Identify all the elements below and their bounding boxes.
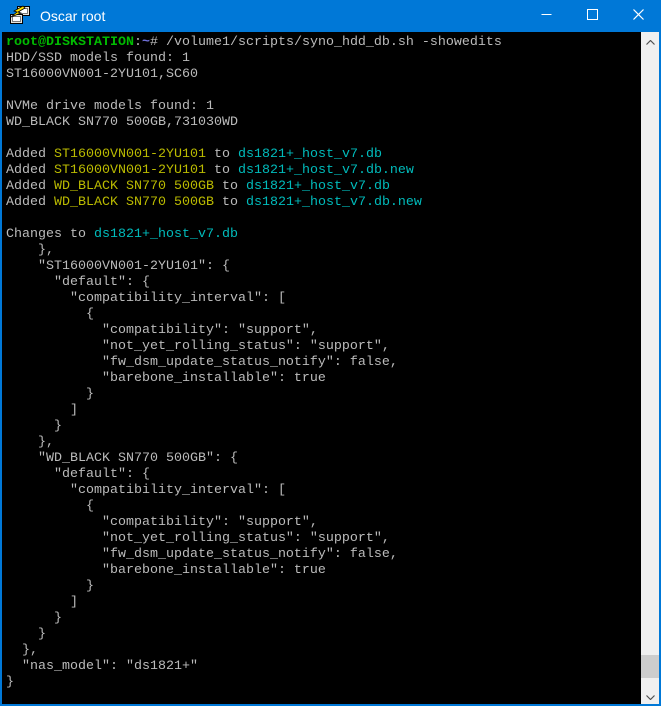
maximize-button[interactable] bbox=[569, 0, 615, 32]
terminal-line bbox=[6, 83, 641, 99]
scrollbar-track[interactable] bbox=[641, 32, 659, 704]
terminal-line: "nas_model": "ds1821+" bbox=[6, 659, 641, 675]
terminal-line: } bbox=[6, 627, 641, 643]
minimize-button[interactable] bbox=[523, 0, 569, 32]
terminal-line: } bbox=[6, 675, 641, 691]
terminal-line: root@DISKSTATION:~# /volume1/scripts/syn… bbox=[6, 35, 641, 51]
close-icon bbox=[633, 7, 644, 25]
window-title: Oscar root bbox=[40, 8, 105, 24]
terminal-line: "fw_dsm_update_status_notify": false, bbox=[6, 355, 641, 371]
terminal-line: "not_yet_rolling_status": "support", bbox=[6, 531, 641, 547]
title-bar[interactable]: Oscar root bbox=[0, 0, 661, 32]
terminal-line: Added ST16000VN001-2YU101 to ds1821+_hos… bbox=[6, 163, 641, 179]
terminal-line: ] bbox=[6, 595, 641, 611]
terminal-line: Changes to ds1821+_host_v7.db bbox=[6, 227, 641, 243]
terminal-line: } bbox=[6, 419, 641, 435]
chevron-down-icon bbox=[646, 687, 655, 705]
terminal-line: Added WD_BLACK SN770 500GB to ds1821+_ho… bbox=[6, 195, 641, 211]
terminal-line: { bbox=[6, 307, 641, 323]
terminal-line: HDD/SSD models found: 1 bbox=[6, 51, 641, 67]
terminal-line: { bbox=[6, 499, 641, 515]
terminal-line: "compatibility": "support", bbox=[6, 515, 641, 531]
scrollbar-thumb[interactable] bbox=[641, 655, 659, 678]
terminal-line: ST16000VN001-2YU101,SC60 bbox=[6, 67, 641, 83]
putty-window: Oscar root root@D bbox=[0, 0, 661, 706]
terminal-line: WD_BLACK SN770 500GB,731030WD bbox=[6, 115, 641, 131]
terminal-line: }, bbox=[6, 243, 641, 259]
terminal-line: Added ST16000VN001-2YU101 to ds1821+_hos… bbox=[6, 147, 641, 163]
terminal-line: Added WD_BLACK SN770 500GB to ds1821+_ho… bbox=[6, 179, 641, 195]
terminal-line bbox=[6, 211, 641, 227]
terminal-line bbox=[6, 131, 641, 147]
terminal-line: "fw_dsm_update_status_notify": false, bbox=[6, 547, 641, 563]
terminal-line: "ST16000VN001-2YU101": { bbox=[6, 259, 641, 275]
terminal-line: "barebone_installable": true bbox=[6, 371, 641, 387]
caption-buttons bbox=[523, 0, 661, 32]
terminal-line: ] bbox=[6, 403, 641, 419]
terminal-line: NVMe drive models found: 1 bbox=[6, 99, 641, 115]
terminal-line: } bbox=[6, 611, 641, 627]
terminal-line: }, bbox=[6, 643, 641, 659]
putty-icon[interactable] bbox=[9, 5, 31, 27]
terminal-viewport[interactable]: root@DISKSTATION:~# /volume1/scripts/syn… bbox=[2, 32, 641, 704]
terminal-line: "not_yet_rolling_status": "support", bbox=[6, 339, 641, 355]
terminal-line: } bbox=[6, 579, 641, 595]
scroll-up-button[interactable] bbox=[641, 32, 659, 49]
chevron-up-icon bbox=[646, 32, 655, 50]
terminal-line: "default": { bbox=[6, 275, 641, 291]
terminal-line: "default": { bbox=[6, 467, 641, 483]
terminal-line: "barebone_installable": true bbox=[6, 563, 641, 579]
terminal-line: }, bbox=[6, 435, 641, 451]
minimize-icon bbox=[541, 7, 552, 25]
terminal-line: "compatibility_interval": [ bbox=[6, 291, 641, 307]
terminal-line: } bbox=[6, 387, 641, 403]
scroll-down-button[interactable] bbox=[641, 687, 659, 704]
maximize-icon bbox=[587, 7, 598, 25]
close-button[interactable] bbox=[615, 0, 661, 32]
terminal-line: "WD_BLACK SN770 500GB": { bbox=[6, 451, 641, 467]
terminal-line: "compatibility_interval": [ bbox=[6, 483, 641, 499]
terminal-line: "compatibility": "support", bbox=[6, 323, 641, 339]
